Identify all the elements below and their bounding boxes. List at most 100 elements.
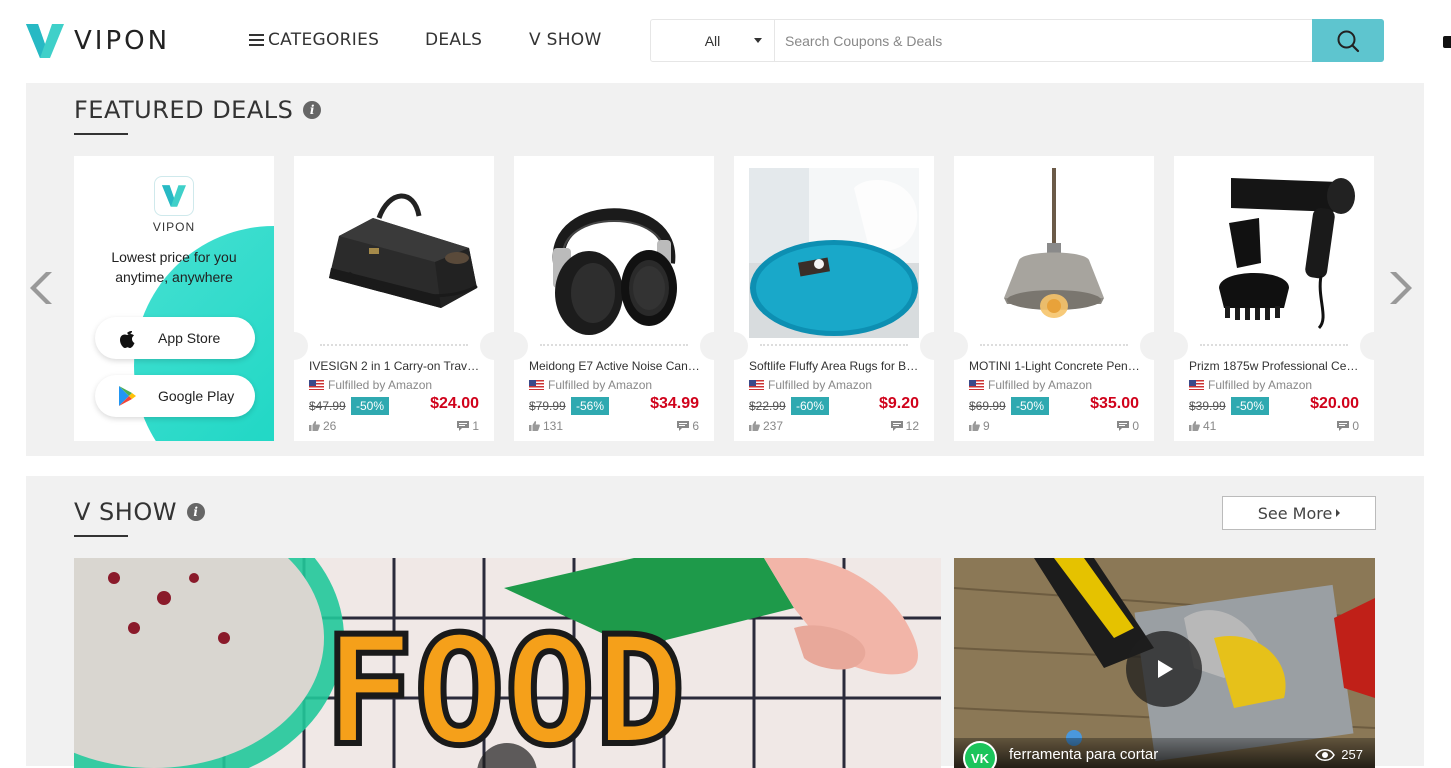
hair-dryer-image	[1189, 168, 1359, 338]
comments-value: 12	[905, 419, 919, 433]
top-header: VIPON CATEGORIES DEALS V SHOW All	[0, 0, 1451, 82]
promo-tagline-line2: anytime, anywhere	[115, 269, 233, 285]
nav-categories[interactable]: CATEGORIES	[249, 30, 379, 50]
fulfilled-label: Fulfilled by Amazon	[548, 378, 653, 392]
promo-brand: VIPON	[152, 220, 196, 234]
fulfilled-by: Fulfilled by Amazon	[749, 378, 872, 392]
play-button[interactable]	[1126, 631, 1202, 707]
comments-value: 6	[692, 419, 699, 433]
deal-card[interactable]: Softlife Fluffy Area Rugs for Bedroom Fu…	[720, 156, 948, 441]
deal-card[interactable]: Meidong E7 Active Noise Cancelling Headp…	[500, 156, 728, 441]
nav-deals[interactable]: DEALS	[425, 30, 482, 50]
deal-title: IVESIGN 2 in 1 Carry-on Travel Garment B…	[309, 359, 481, 373]
nav-vshow[interactable]: V SHOW	[529, 30, 602, 50]
featured-deals-section: FEATURED DEALS i VIPON Lowest price for …	[26, 83, 1424, 456]
discount-badge: -50%	[1231, 397, 1270, 415]
deal-price: $20.00	[1310, 395, 1359, 412]
original-price: $69.99	[969, 399, 1006, 413]
food-video-image: FOOD	[74, 558, 941, 768]
deal-title: Prizm 1875w Professional Ceramic Hair Dr…	[1189, 359, 1361, 373]
comment-icon	[677, 421, 690, 431]
us-flag-icon	[529, 380, 544, 390]
app-store-label: App Store	[158, 330, 221, 346]
deal-title: Softlife Fluffy Area Rugs for Bedroom	[749, 359, 921, 373]
deal-card[interactable]: Prizm 1875w Professional Ceramic Hair Dr…	[1160, 156, 1388, 441]
thumbs-up-icon	[309, 421, 320, 431]
pendant-lamp-image	[969, 168, 1139, 338]
menu-icon	[249, 33, 264, 47]
thumbs-up-icon	[969, 421, 980, 431]
thumbs-up-icon	[529, 421, 540, 431]
deal-card[interactable]: IVESIGN 2 in 1 Carry-on Travel Garment B…	[280, 156, 508, 441]
discount-badge: -50%	[1011, 397, 1050, 415]
video-thumbnail-main[interactable]: FOOD	[74, 558, 941, 768]
card-divider	[720, 332, 948, 360]
vipon-logo-icon	[26, 24, 64, 58]
deal-price: $24.00	[430, 395, 479, 412]
comment-icon	[457, 421, 470, 431]
caret-down-icon	[754, 38, 762, 43]
search-bar: All	[650, 19, 1384, 62]
promo-tagline-line1: Lowest price for you	[111, 249, 237, 265]
app-promo-card: VIPON Lowest price for you anytime, anyw…	[74, 156, 274, 441]
search-input[interactable]	[775, 20, 1312, 61]
vipon-logo[interactable]: VIPON	[26, 24, 170, 58]
vshow-title-text: V SHOW	[74, 498, 177, 526]
caret-right-icon	[1336, 509, 1341, 517]
google-play-label: Google Play	[158, 388, 235, 404]
discount-badge: -50%	[351, 397, 390, 415]
us-flag-icon	[309, 380, 324, 390]
discount-badge: -56%	[571, 397, 610, 415]
google-play-button[interactable]: Google Play	[95, 375, 255, 417]
carousel-next-arrow[interactable]	[1386, 268, 1416, 308]
thumbs-up-icon	[1189, 421, 1200, 431]
likes-count: 131	[529, 419, 563, 433]
video-caption-bar: VK ferramenta para cortar 257	[954, 738, 1375, 768]
nav-categories-label: CATEGORIES	[268, 30, 380, 50]
fulfilled-label: Fulfilled by Amazon	[1208, 378, 1313, 392]
video-thumbnail-side[interactable]: VK ferramenta para cortar 257	[954, 558, 1375, 768]
comments-value: 0	[1132, 419, 1139, 433]
deal-price: $35.00	[1090, 395, 1139, 412]
info-icon[interactable]: i	[186, 503, 205, 521]
likes-value: 41	[1203, 419, 1217, 433]
card-divider	[500, 332, 728, 360]
carousel-prev-arrow[interactable]	[26, 268, 56, 308]
comment-icon	[890, 421, 903, 431]
deal-card[interactable]: MOTINI 1-Light Concrete Pendant Light Fu…	[940, 156, 1168, 441]
likes-count: 237	[749, 419, 783, 433]
search-icon	[1337, 30, 1360, 52]
apple-icon	[116, 327, 138, 349]
fulfilled-by: Fulfilled by Amazon	[969, 378, 1092, 392]
search-category-select[interactable]: All	[651, 20, 775, 61]
featured-deals-title-text: FEATURED DEALS	[74, 96, 294, 124]
us-flag-icon	[749, 380, 764, 390]
fulfilled-label: Fulfilled by Amazon	[768, 378, 873, 392]
fulfilled-label: Fulfilled by Amazon	[988, 378, 1093, 392]
see-more-button[interactable]: See More	[1222, 496, 1376, 530]
likes-value: 237	[763, 419, 784, 433]
edge-widget-icon[interactable]	[1443, 36, 1451, 48]
deal-price: $34.99	[650, 395, 699, 412]
likes-count: 26	[309, 419, 336, 433]
card-divider	[280, 332, 508, 360]
comments-count: 0	[1337, 419, 1359, 433]
deal-title: MOTINI 1-Light Concrete Pendant Light	[969, 359, 1141, 373]
app-store-button[interactable]: App Store	[95, 317, 255, 359]
search-button[interactable]	[1312, 19, 1384, 62]
headphones-image	[529, 168, 699, 338]
original-price: $39.99	[1189, 399, 1226, 413]
comments-value: 1	[472, 419, 479, 433]
comment-icon	[1117, 421, 1130, 431]
duffel-bag-image	[309, 168, 479, 338]
search-category-value: All	[704, 32, 721, 49]
card-divider	[1160, 332, 1388, 360]
info-icon[interactable]: i	[303, 101, 322, 119]
promo-tagline: Lowest price for you anytime, anywhere	[74, 247, 274, 287]
likes-count: 9	[969, 419, 990, 433]
likes-value: 131	[543, 419, 564, 433]
vshow-title: V SHOW i	[74, 498, 205, 526]
likes-value: 26	[323, 419, 337, 433]
original-price: $79.99	[529, 399, 566, 413]
discount-badge: -60%	[791, 397, 830, 415]
